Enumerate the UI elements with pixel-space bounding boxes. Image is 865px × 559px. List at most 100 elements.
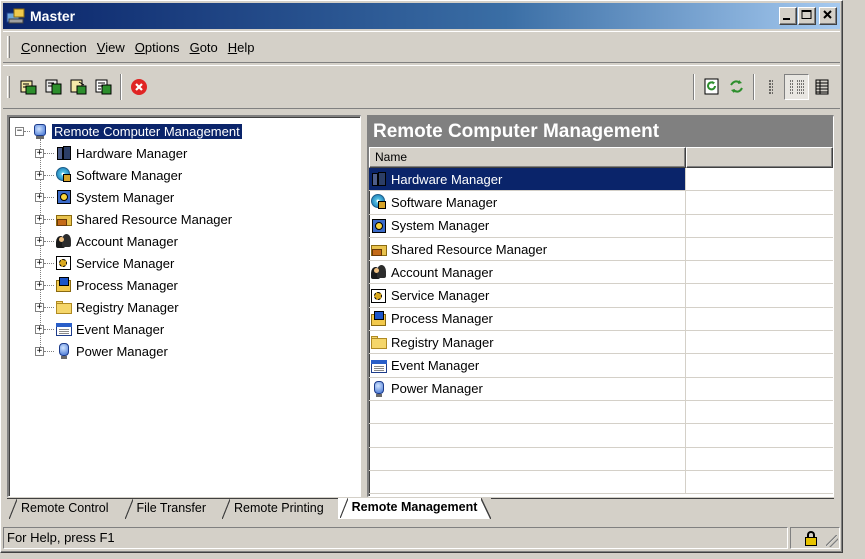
list-view-icon <box>768 80 773 94</box>
list-row-process[interactable]: Process Manager <box>369 307 833 332</box>
list-row-label: Power Manager <box>391 381 483 397</box>
list-rows: Hardware Manager Software Manager System… <box>369 168 833 495</box>
connect-all-button[interactable] <box>41 74 66 100</box>
tree-item-service[interactable]: + Service Manager <box>35 253 174 273</box>
list-row-label: Event Manager <box>391 358 480 374</box>
menu-help[interactable]: Help <box>223 40 260 55</box>
system-icon <box>371 218 387 234</box>
registry-icon <box>371 334 387 350</box>
connect-button[interactable] <box>16 74 41 100</box>
list-row-account[interactable]: Account Manager <box>369 261 833 285</box>
tree-item-hardware[interactable]: + Hardware Manager <box>35 143 187 163</box>
close-icon <box>823 10 832 19</box>
list-row-label: Service Manager <box>391 288 490 304</box>
menu-connection[interactable]: Connection <box>16 40 92 55</box>
list-view-button[interactable] <box>759 74 784 100</box>
list-pane-title: Remote Computer Management <box>369 117 833 147</box>
tree-pane[interactable]: − Remote Computer Management + Hardware … <box>7 115 361 497</box>
expand-toggle[interactable]: + <box>35 170 44 180</box>
list-row-label: Shared Resource Manager <box>391 241 548 257</box>
tab-remote-control[interactable]: Remote Control <box>7 499 123 519</box>
properties-button[interactable] <box>91 74 116 100</box>
tree-item-process[interactable]: + Process Manager <box>35 275 178 295</box>
menu-goto[interactable]: Goto <box>185 40 223 55</box>
registry-icon <box>56 299 72 315</box>
minimize-button[interactable] <box>779 7 797 25</box>
column-header-extra[interactable] <box>686 147 833 168</box>
software-icon <box>371 194 387 210</box>
tree-item-shared-resource[interactable]: + Shared Resource Manager <box>35 209 232 229</box>
list-row-label: System Manager <box>391 218 490 234</box>
expand-toggle[interactable]: + <box>35 324 44 334</box>
list-row-registry[interactable]: Registry Manager <box>369 331 833 355</box>
maximize-button[interactable] <box>798 7 816 25</box>
tree-connector <box>24 130 30 132</box>
power-icon <box>56 343 72 359</box>
toolbar-grip[interactable] <box>7 76 10 98</box>
expand-toggle[interactable]: + <box>35 148 44 158</box>
sync-button[interactable] <box>724 74 749 100</box>
expand-toggle[interactable]: + <box>35 192 44 202</box>
menu-bar: Connection View Options Goto Help <box>3 31 840 63</box>
list-row-empty <box>369 424 833 448</box>
properties-icon <box>95 79 111 95</box>
tab-label: File Transfer <box>136 501 207 515</box>
collapse-toggle[interactable]: − <box>15 126 24 136</box>
stop-icon <box>130 79 147 95</box>
expand-toggle[interactable]: + <box>35 214 44 224</box>
list-row-power[interactable]: Power Manager <box>369 377 833 401</box>
list-row-software[interactable]: Software Manager <box>369 191 833 215</box>
tree-item-software[interactable]: + Software Manager <box>35 165 182 185</box>
list-pane[interactable]: Remote Computer Management Name Hardware… <box>367 115 834 497</box>
expand-toggle[interactable]: + <box>35 346 44 356</box>
status-text: For Help, press F1 <box>3 527 788 549</box>
menu-view-accel: V <box>96 39 106 55</box>
list-row-system[interactable]: System Manager <box>369 214 833 238</box>
close-button[interactable] <box>819 7 837 25</box>
list-row-empty <box>369 447 833 471</box>
resize-grip[interactable] <box>826 535 838 547</box>
tree-root-label[interactable]: Remote Computer Management <box>51 122 243 140</box>
tab-remote-printing[interactable]: Remote Printing <box>220 499 338 519</box>
software-icon <box>56 167 72 183</box>
tree-item-system[interactable]: + System Manager <box>35 187 174 207</box>
expand-toggle[interactable]: + <box>35 302 44 312</box>
list-row-empty <box>369 470 833 495</box>
tree-item-label: Account Manager <box>76 233 178 249</box>
event-icon <box>56 321 72 337</box>
tree-item-label: Shared Resource Manager <box>76 211 233 227</box>
tab-remote-management[interactable]: Remote Management <box>337 498 492 519</box>
details-view-button[interactable] <box>784 74 809 100</box>
list-row-hardware[interactable]: Hardware Manager <box>369 168 833 192</box>
stop-button[interactable] <box>126 74 151 100</box>
menu-help-label: elp <box>237 39 255 55</box>
tree-root-row[interactable]: − Remote Computer Management <box>15 122 243 140</box>
tree-item-event[interactable]: + Event Manager <box>35 319 164 339</box>
tab-file-transfer[interactable]: File Transfer <box>123 499 220 519</box>
tree-item-label: Power Manager <box>76 343 168 359</box>
bottom-tabs: Remote Control File Transfer Remote Prin… <box>7 498 834 520</box>
expand-toggle[interactable]: + <box>35 258 44 268</box>
small-icons-view-button[interactable] <box>809 74 834 100</box>
menu-options[interactable]: Options <box>130 40 185 55</box>
menu-view[interactable]: View <box>92 40 130 55</box>
tree-item-power[interactable]: + Power Manager <box>35 341 168 361</box>
expand-toggle[interactable]: + <box>35 236 44 246</box>
column-header-name[interactable]: Name <box>369 147 686 168</box>
lock-icon <box>805 531 817 546</box>
tree-item-registry[interactable]: + Registry Manager <box>35 297 179 317</box>
title-bar[interactable]: Master <box>3 3 840 29</box>
tab-label: Remote Printing <box>234 501 324 515</box>
list-row-empty <box>369 400 833 425</box>
list-row-service[interactable]: Service Manager <box>369 284 833 308</box>
disconnect-button[interactable] <box>66 74 91 100</box>
refresh-button[interactable] <box>699 74 724 100</box>
account-icon <box>56 233 72 249</box>
tree-item-account[interactable]: + Account Manager <box>35 231 178 251</box>
menu-grip[interactable] <box>7 36 10 58</box>
expand-toggle[interactable]: + <box>35 280 44 290</box>
menu-view-label: iew <box>105 39 125 55</box>
list-row-event[interactable]: Event Manager <box>369 354 833 378</box>
list-row-shared-resource[interactable]: Shared Resource Manager <box>369 237 833 262</box>
menu-connection-accel: C <box>21 39 31 55</box>
